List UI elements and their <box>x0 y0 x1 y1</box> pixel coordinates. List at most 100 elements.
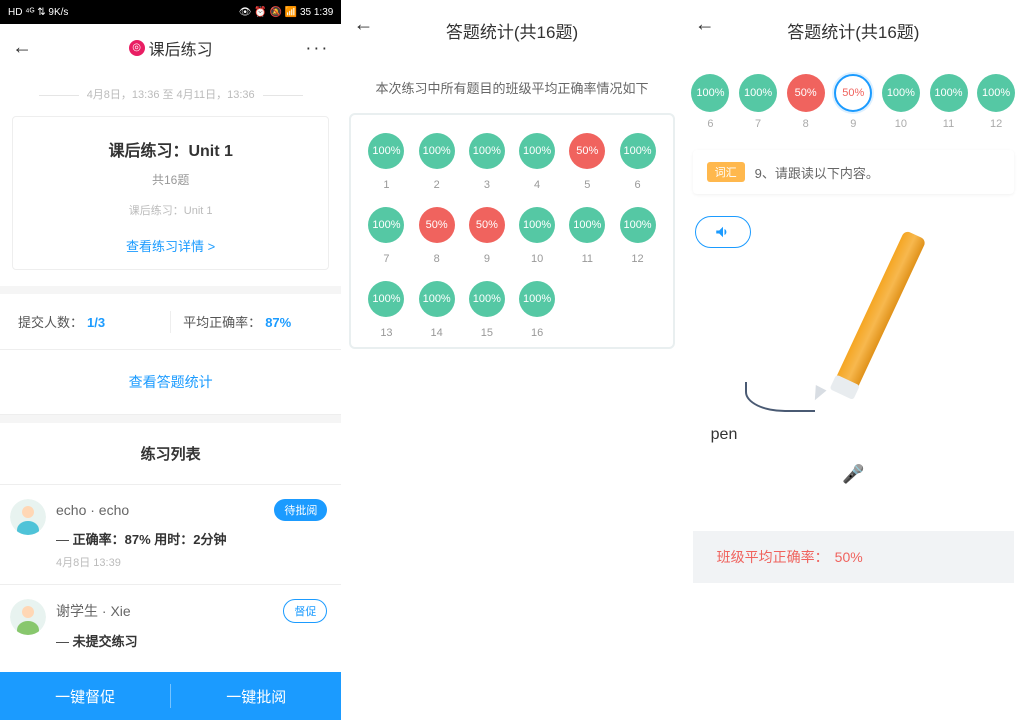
question-number: 12 <box>990 118 1002 130</box>
accuracy-bubble[interactable]: 50% <box>834 74 872 112</box>
accuracy-bubble[interactable]: 100% <box>519 133 555 169</box>
accuracy-bubble[interactable]: 100% <box>569 207 605 243</box>
accuracy-bubble[interactable]: 50% <box>787 74 825 112</box>
speaker-icon <box>714 223 732 241</box>
back-icon[interactable]: ← <box>695 14 715 37</box>
question-number: 11 <box>582 253 593 265</box>
practice-subtitle: 课后练习：Unit 1 <box>13 202 328 218</box>
back-icon[interactable]: ← <box>353 14 373 37</box>
accuracy-bubble[interactable]: 100% <box>469 133 505 169</box>
accuracy-bubble[interactable]: 50% <box>419 207 455 243</box>
view-detail-link[interactable]: 查看练习详情 > <box>13 236 328 255</box>
question-strip[interactable]: 100% 6 100% 7 50%850% 9 100% 10 100% 11 100% 12 <box>683 48 1024 130</box>
remind-all-button[interactable]: 一键督促 <box>0 672 170 720</box>
nav-bar: ← ◎ 课后练习 ··· <box>0 24 341 72</box>
question-bubble[interactable]: 100%10 <box>519 207 555 265</box>
title-text: 课后练习 <box>149 36 213 60</box>
student-status-badge[interactable]: 待批阅 <box>274 499 327 521</box>
student-list-title: 练习列表 <box>0 423 341 484</box>
accuracy-bubble[interactable]: 100% <box>930 74 968 112</box>
accuracy-bubble[interactable]: 100% <box>519 207 555 243</box>
accuracy-bubble[interactable]: 100% <box>419 281 455 317</box>
accuracy-bubble[interactable]: 100% <box>368 281 404 317</box>
question-bubble[interactable]: 100% 7 <box>368 207 404 265</box>
avatar-icon <box>10 499 46 535</box>
question-bubble[interactable]: 100%13 <box>368 281 404 339</box>
accuracy-bubble[interactable]: 100% <box>977 74 1015 112</box>
question-number: 7 <box>755 118 761 130</box>
accuracy-bubble[interactable]: 100% <box>368 133 404 169</box>
accuracy-bubble[interactable]: 50% <box>569 133 605 169</box>
question-bubble[interactable]: 100% 14 <box>419 281 455 339</box>
question-bubble[interactable]: 100% 15 <box>469 281 505 339</box>
question-bubble[interactable]: 100% 11 <box>569 207 605 265</box>
stats-row: 提交人数：1/3 平均正确率：87% <box>0 294 341 350</box>
statusbar-left: HD ⁴ᴳ ⇅ 9K/s <box>8 7 68 18</box>
student-status-badge[interactable]: 督促 <box>283 599 327 623</box>
more-icon[interactable]: ··· <box>305 37 329 58</box>
question-number: 10 <box>895 118 907 130</box>
mic-icon[interactable]: 🎤 <box>683 464 1024 485</box>
question-number: 2 <box>434 179 440 191</box>
question-text: 9、请跟读以下内容。 <box>755 163 879 182</box>
view-answer-stats-link[interactable]: 查看答题统计 <box>0 350 341 415</box>
answer-word: pen <box>711 426 738 444</box>
accuracy-bubble[interactable]: 100% <box>519 281 555 317</box>
question-number: 16 <box>531 327 543 339</box>
accuracy-bubble[interactable]: 100% <box>620 133 656 169</box>
question-number: 14 <box>431 327 443 339</box>
strip-bubble[interactable]: 50%8 <box>787 74 825 130</box>
question-bubble[interactable]: 100% 1 <box>368 133 404 191</box>
strip-bubble[interactable]: 100% 11 <box>930 74 968 130</box>
strip-bubble[interactable]: 50% 9 <box>834 74 872 130</box>
strip-bubble[interactable]: 100% 10 <box>882 74 920 130</box>
accuracy-bubble[interactable]: 100% <box>620 207 656 243</box>
practice-detail-panel: HD ⁴ᴳ ⇅ 9K/s 👁 ⏰ 🔕 📶 35 1:39 ← ◎ 课后练习 ··… <box>0 0 341 720</box>
question-number: 11 <box>943 118 954 130</box>
strip-bubble[interactable]: 100% 12 <box>977 74 1015 130</box>
question-bar: 词汇 9、请跟读以下内容。 <box>693 150 1014 194</box>
question-bubble[interactable]: 50% 5 <box>569 133 605 191</box>
question-bubble[interactable]: 100%4 <box>519 133 555 191</box>
question-number: 1 <box>383 179 389 191</box>
accuracy-bubble[interactable]: 100% <box>739 74 777 112</box>
question-bubble[interactable]: 100%6 <box>620 133 656 191</box>
student-name: 谢学生 · Xie <box>56 601 131 621</box>
question-bubble[interactable]: 100%3 <box>469 133 505 191</box>
accuracy-bubble[interactable]: 100% <box>882 74 920 112</box>
accuracy-bubble[interactable]: 100% <box>469 281 505 317</box>
question-bubble[interactable]: 50% 8 <box>419 207 455 265</box>
student-name: echo · echo <box>56 502 129 518</box>
accuracy-bubble[interactable]: 100% <box>368 207 404 243</box>
student-row[interactable]: 谢学生 · Xie 督促 未提交练习 <box>0 584 341 664</box>
nav-bar: ← 答题统计(共16题) <box>341 0 682 48</box>
answer-stats-panel: ← 答题统计(共16题) 本次练习中所有题目的班级平均正确率情况如下 100%1… <box>341 0 682 720</box>
grade-all-button[interactable]: 一键批阅 <box>171 672 341 720</box>
question-number: 7 <box>383 253 389 265</box>
page-title: 答题统计(共16题) <box>446 18 578 43</box>
back-icon[interactable]: ← <box>12 36 32 59</box>
accuracy-bubble[interactable]: 100% <box>419 133 455 169</box>
play-audio-button[interactable] <box>695 216 751 248</box>
strip-bubble[interactable]: 100% 6 <box>691 74 729 130</box>
accuracy-bubble[interactable]: 50% <box>469 207 505 243</box>
page-title: 答题统计(共16题) <box>787 18 919 43</box>
strip-bubble[interactable]: 100% 7 <box>739 74 777 130</box>
question-number: 8 <box>434 253 440 265</box>
question-bubble[interactable]: 100%12 <box>620 207 656 265</box>
question-bubble[interactable]: 50%9 <box>469 207 505 265</box>
student-row[interactable]: echo · echo 待批阅 正确率：87% 用时：2分钟 4月8日 13:3… <box>0 484 341 584</box>
question-type-tag: 词汇 <box>707 162 745 182</box>
question-number: 6 <box>707 118 713 130</box>
question-bubble[interactable]: 100% 2 <box>419 133 455 191</box>
question-number: 15 <box>481 327 493 339</box>
nav-bar: ← 答题统计(共16题) <box>683 0 1024 48</box>
bottom-action-bar: 一键督促 一键批阅 <box>0 672 341 720</box>
question-bubble[interactable]: 100% 16 <box>519 281 555 339</box>
question-number: 9 <box>850 118 856 130</box>
student-result: 正确率：87% 用时：2分钟 <box>56 529 327 548</box>
question-number: 5 <box>584 179 590 191</box>
question-grid: 100%1100%2100%3100%450%5100%6100%750%850… <box>349 113 674 349</box>
accuracy-bubble[interactable]: 100% <box>691 74 729 112</box>
class-accuracy-bar: 班级平均正确率：50% <box>693 531 1014 583</box>
